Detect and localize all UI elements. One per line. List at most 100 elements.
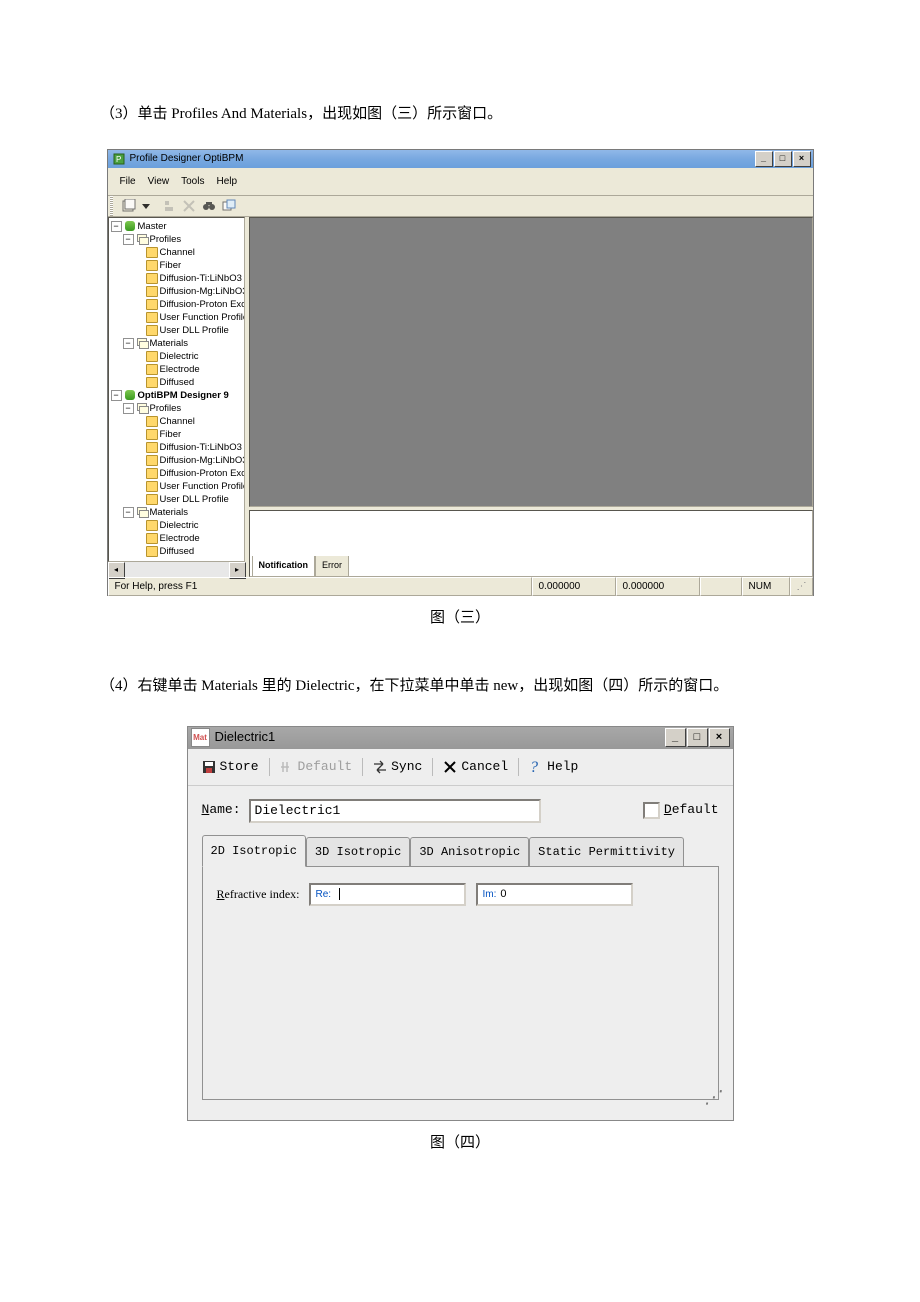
- name-label: Name:: [202, 798, 241, 823]
- figure-4-caption: 图（四）: [70, 1129, 850, 1158]
- material-icon: Mat: [191, 728, 210, 747]
- tree-diff-mg[interactable]: Diffusion-Mg:LiNbO3: [160, 285, 245, 298]
- tree-ufp[interactable]: User Function Profile: [160, 311, 245, 324]
- tree-hscrollbar[interactable]: ◂ ▸: [108, 562, 246, 577]
- save-icon: [202, 760, 216, 774]
- tree-fiber[interactable]: Fiber: [160, 259, 182, 272]
- tree-pane[interactable]: −Master −Profiles Channel Fiber Diffusio…: [108, 217, 245, 562]
- tree-diff-pe[interactable]: Diffusion-Proton Excha: [160, 298, 245, 311]
- store-button[interactable]: Store: [194, 753, 267, 782]
- titlebar[interactable]: P Profile Designer OptiBPM _ □ ×: [108, 150, 813, 168]
- tree-fiber-2[interactable]: Fiber: [160, 428, 182, 441]
- paragraph-4: （4）右键单击 Materials 里的 Dielectric，在下拉菜单中单击…: [70, 672, 850, 701]
- tree-diff-mg-2[interactable]: Diffusion-Mg:LiNbO3: [160, 454, 245, 467]
- tree-channel-2[interactable]: Channel: [160, 415, 195, 428]
- notification-pane: Notification Error: [249, 510, 813, 577]
- tree-udll-2[interactable]: User DLL Profile: [160, 493, 229, 506]
- folder-icon: [146, 442, 158, 453]
- sync-button[interactable]: Sync: [365, 753, 430, 782]
- minimize-button[interactable]: _: [755, 151, 773, 167]
- im-input[interactable]: Im: 0: [476, 883, 633, 906]
- status-value-1: 0.000000: [532, 577, 616, 596]
- folder-icon: [146, 455, 158, 466]
- paragraph-3: （3）单击 Profiles And Materials，出现如图（三）所示窗口…: [70, 100, 850, 129]
- cancel-icon: [443, 760, 457, 774]
- cancel-button[interactable]: Cancel: [435, 753, 516, 782]
- toolbar-icon-4[interactable]: [182, 199, 196, 213]
- maximize-button[interactable]: □: [687, 728, 708, 747]
- menu-help[interactable]: Help: [210, 170, 243, 193]
- status-help: For Help, press F1: [108, 577, 532, 596]
- default-icon: [280, 760, 294, 774]
- folder-icon: [146, 429, 158, 440]
- svg-text:?: ?: [530, 759, 538, 774]
- tab-3d-anisotropic[interactable]: 3D Anisotropic: [410, 837, 529, 868]
- folder-icon: [146, 481, 158, 492]
- tab-static-permittivity[interactable]: Static Permittivity: [529, 837, 684, 868]
- folder-icon: [146, 351, 158, 362]
- tree-udll[interactable]: User DLL Profile: [160, 324, 229, 337]
- toolbar-icon-6[interactable]: [222, 199, 236, 213]
- sync-icon: [373, 760, 387, 774]
- tree-profiles[interactable]: Profiles: [150, 233, 182, 246]
- tree-diffused-2[interactable]: Diffused: [160, 545, 195, 558]
- status-num: NUM: [742, 577, 790, 596]
- menu-file[interactable]: File: [114, 170, 142, 193]
- toolbar-dropdown-icon[interactable]: [142, 199, 156, 213]
- menu-tools[interactable]: Tools: [175, 170, 210, 193]
- tree-master[interactable]: Master: [138, 220, 167, 233]
- toolbar-icon-3[interactable]: [162, 199, 176, 213]
- tree-diff-ti[interactable]: Diffusion-Ti:LiNbO3: [160, 272, 242, 285]
- minimize-button[interactable]: _: [665, 728, 686, 747]
- tree-diff-pe-2[interactable]: Diffusion-Proton Excha: [160, 467, 245, 480]
- window-title-2: Dielectric1: [215, 725, 664, 750]
- toolbar-icon-1[interactable]: [122, 199, 136, 213]
- folder-icon: [146, 377, 158, 388]
- default-checkbox[interactable]: Default: [643, 798, 719, 823]
- tree-diffused[interactable]: Diffused: [160, 376, 195, 389]
- tree-electrode[interactable]: Electrode: [160, 363, 200, 376]
- tab-2d-isotropic[interactable]: 2D Isotropic: [202, 835, 306, 867]
- window-title: Profile Designer OptiBPM: [130, 149, 755, 168]
- tab-error[interactable]: Error: [315, 556, 349, 576]
- tree-diff-ti-2[interactable]: Diffusion-Ti:LiNbO3: [160, 441, 242, 454]
- menu-view[interactable]: View: [142, 170, 176, 193]
- tab-notification[interactable]: Notification: [252, 556, 316, 576]
- tab-3d-isotropic[interactable]: 3D Isotropic: [306, 837, 410, 868]
- tree-electrode-2[interactable]: Electrode: [160, 532, 200, 545]
- tree-ufp-2[interactable]: User Function Profile: [160, 480, 245, 493]
- folder-icon: [146, 299, 158, 310]
- tree-optibpm[interactable]: OptiBPM Designer 9: [138, 389, 229, 402]
- tree-materials-2[interactable]: Materials: [150, 506, 189, 519]
- tree-dielectric-2[interactable]: Dielectric: [160, 519, 199, 532]
- tree-materials[interactable]: Materials: [150, 337, 189, 350]
- dielectric-window: Mat Dielectric1 _ □ × Store Default Sync: [187, 726, 734, 1121]
- collapse-icon[interactable]: −: [111, 221, 122, 232]
- stack-icon: [136, 507, 148, 518]
- stack-icon: [136, 234, 148, 245]
- folder-icon: [146, 416, 158, 427]
- re-input[interactable]: Re:: [309, 883, 466, 906]
- name-input[interactable]: [249, 799, 541, 823]
- tree-dielectric[interactable]: Dielectric: [160, 350, 199, 363]
- close-button[interactable]: ×: [793, 151, 811, 167]
- collapse-icon[interactable]: −: [123, 403, 134, 414]
- folder-icon: [146, 286, 158, 297]
- binoculars-icon[interactable]: [202, 199, 216, 213]
- maximize-button[interactable]: □: [774, 151, 792, 167]
- collapse-icon[interactable]: −: [111, 390, 122, 401]
- collapse-icon[interactable]: −: [123, 507, 134, 518]
- resize-grip-icon[interactable]: ⋰: [790, 577, 813, 596]
- folder-icon: [146, 546, 158, 557]
- close-button[interactable]: ×: [709, 728, 730, 747]
- tree-channel[interactable]: Channel: [160, 246, 195, 259]
- refractive-index-label: Refractive index:: [217, 883, 300, 906]
- help-button[interactable]: ? Help: [521, 753, 586, 782]
- svg-text:P: P: [116, 155, 121, 164]
- titlebar-2[interactable]: Mat Dielectric1 _ □ ×: [188, 727, 733, 749]
- tree-profiles-2[interactable]: Profiles: [150, 402, 182, 415]
- collapse-icon[interactable]: −: [123, 234, 134, 245]
- statusbar: For Help, press F1 0.000000 0.000000 NUM…: [108, 577, 813, 595]
- collapse-icon[interactable]: −: [123, 338, 134, 349]
- menubar: File View Tools Help: [108, 168, 813, 196]
